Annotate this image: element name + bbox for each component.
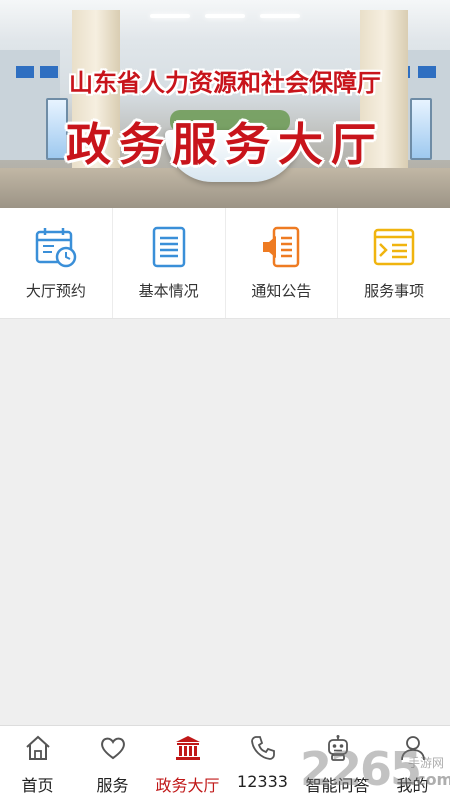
home-icon	[22, 732, 54, 764]
banner-title-line2: 政务服务大厅	[65, 118, 384, 171]
heart-icon	[97, 732, 129, 764]
quick-item-label: 服务事项	[364, 282, 425, 300]
phone-icon	[247, 732, 279, 764]
quick-item-label: 基本情况	[138, 282, 199, 300]
hall-banner: 山东省人力资源和社会保障厅 政务服务大厅	[0, 0, 450, 208]
user-icon	[397, 732, 429, 764]
ceiling-light	[260, 14, 300, 18]
document-list-icon	[146, 224, 192, 270]
nav-label: 服务	[96, 776, 129, 795]
calendar-clock-icon	[33, 224, 79, 270]
nav-label: 政务大厅	[155, 776, 220, 795]
banner-title-line1: 山东省人力资源和社会保障厅	[69, 68, 381, 97]
quick-item-label: 通知公告	[251, 282, 312, 300]
quick-menu: 大厅预约 基本情况 通知公告 服务事项	[0, 208, 450, 319]
nav-item-smart-qa[interactable]: 智能问答	[300, 726, 375, 800]
ceiling-light	[150, 14, 190, 18]
ceiling-light	[205, 14, 245, 18]
service-list-icon	[371, 224, 417, 270]
nav-item-government-hall[interactable]: 政务大厅	[150, 726, 225, 800]
government-building-icon	[172, 732, 204, 764]
nav-label: 首页	[21, 776, 54, 795]
megaphone-icon	[258, 224, 304, 270]
nav-label: 12333	[237, 772, 288, 791]
nav-item-mine[interactable]: 我的	[375, 726, 450, 800]
nav-label: 智能问答	[305, 776, 370, 795]
robot-icon	[322, 732, 354, 764]
nav-item-home[interactable]: 首页	[0, 726, 75, 800]
nav-item-hotline[interactable]: 12333	[225, 726, 300, 800]
quick-item-service-items[interactable]: 服务事项	[338, 208, 450, 318]
quick-item-notice[interactable]: 通知公告	[226, 208, 339, 318]
bottom-nav: 首页 服务 政务大厅 12333 智能问答 我的	[0, 725, 450, 800]
nav-item-service[interactable]: 服务	[75, 726, 150, 800]
quick-item-hall-appointment[interactable]: 大厅预约	[0, 208, 113, 318]
quick-item-label: 大厅预约	[25, 282, 86, 300]
nav-label: 我的	[396, 776, 429, 795]
quick-item-basic-info[interactable]: 基本情况	[113, 208, 226, 318]
